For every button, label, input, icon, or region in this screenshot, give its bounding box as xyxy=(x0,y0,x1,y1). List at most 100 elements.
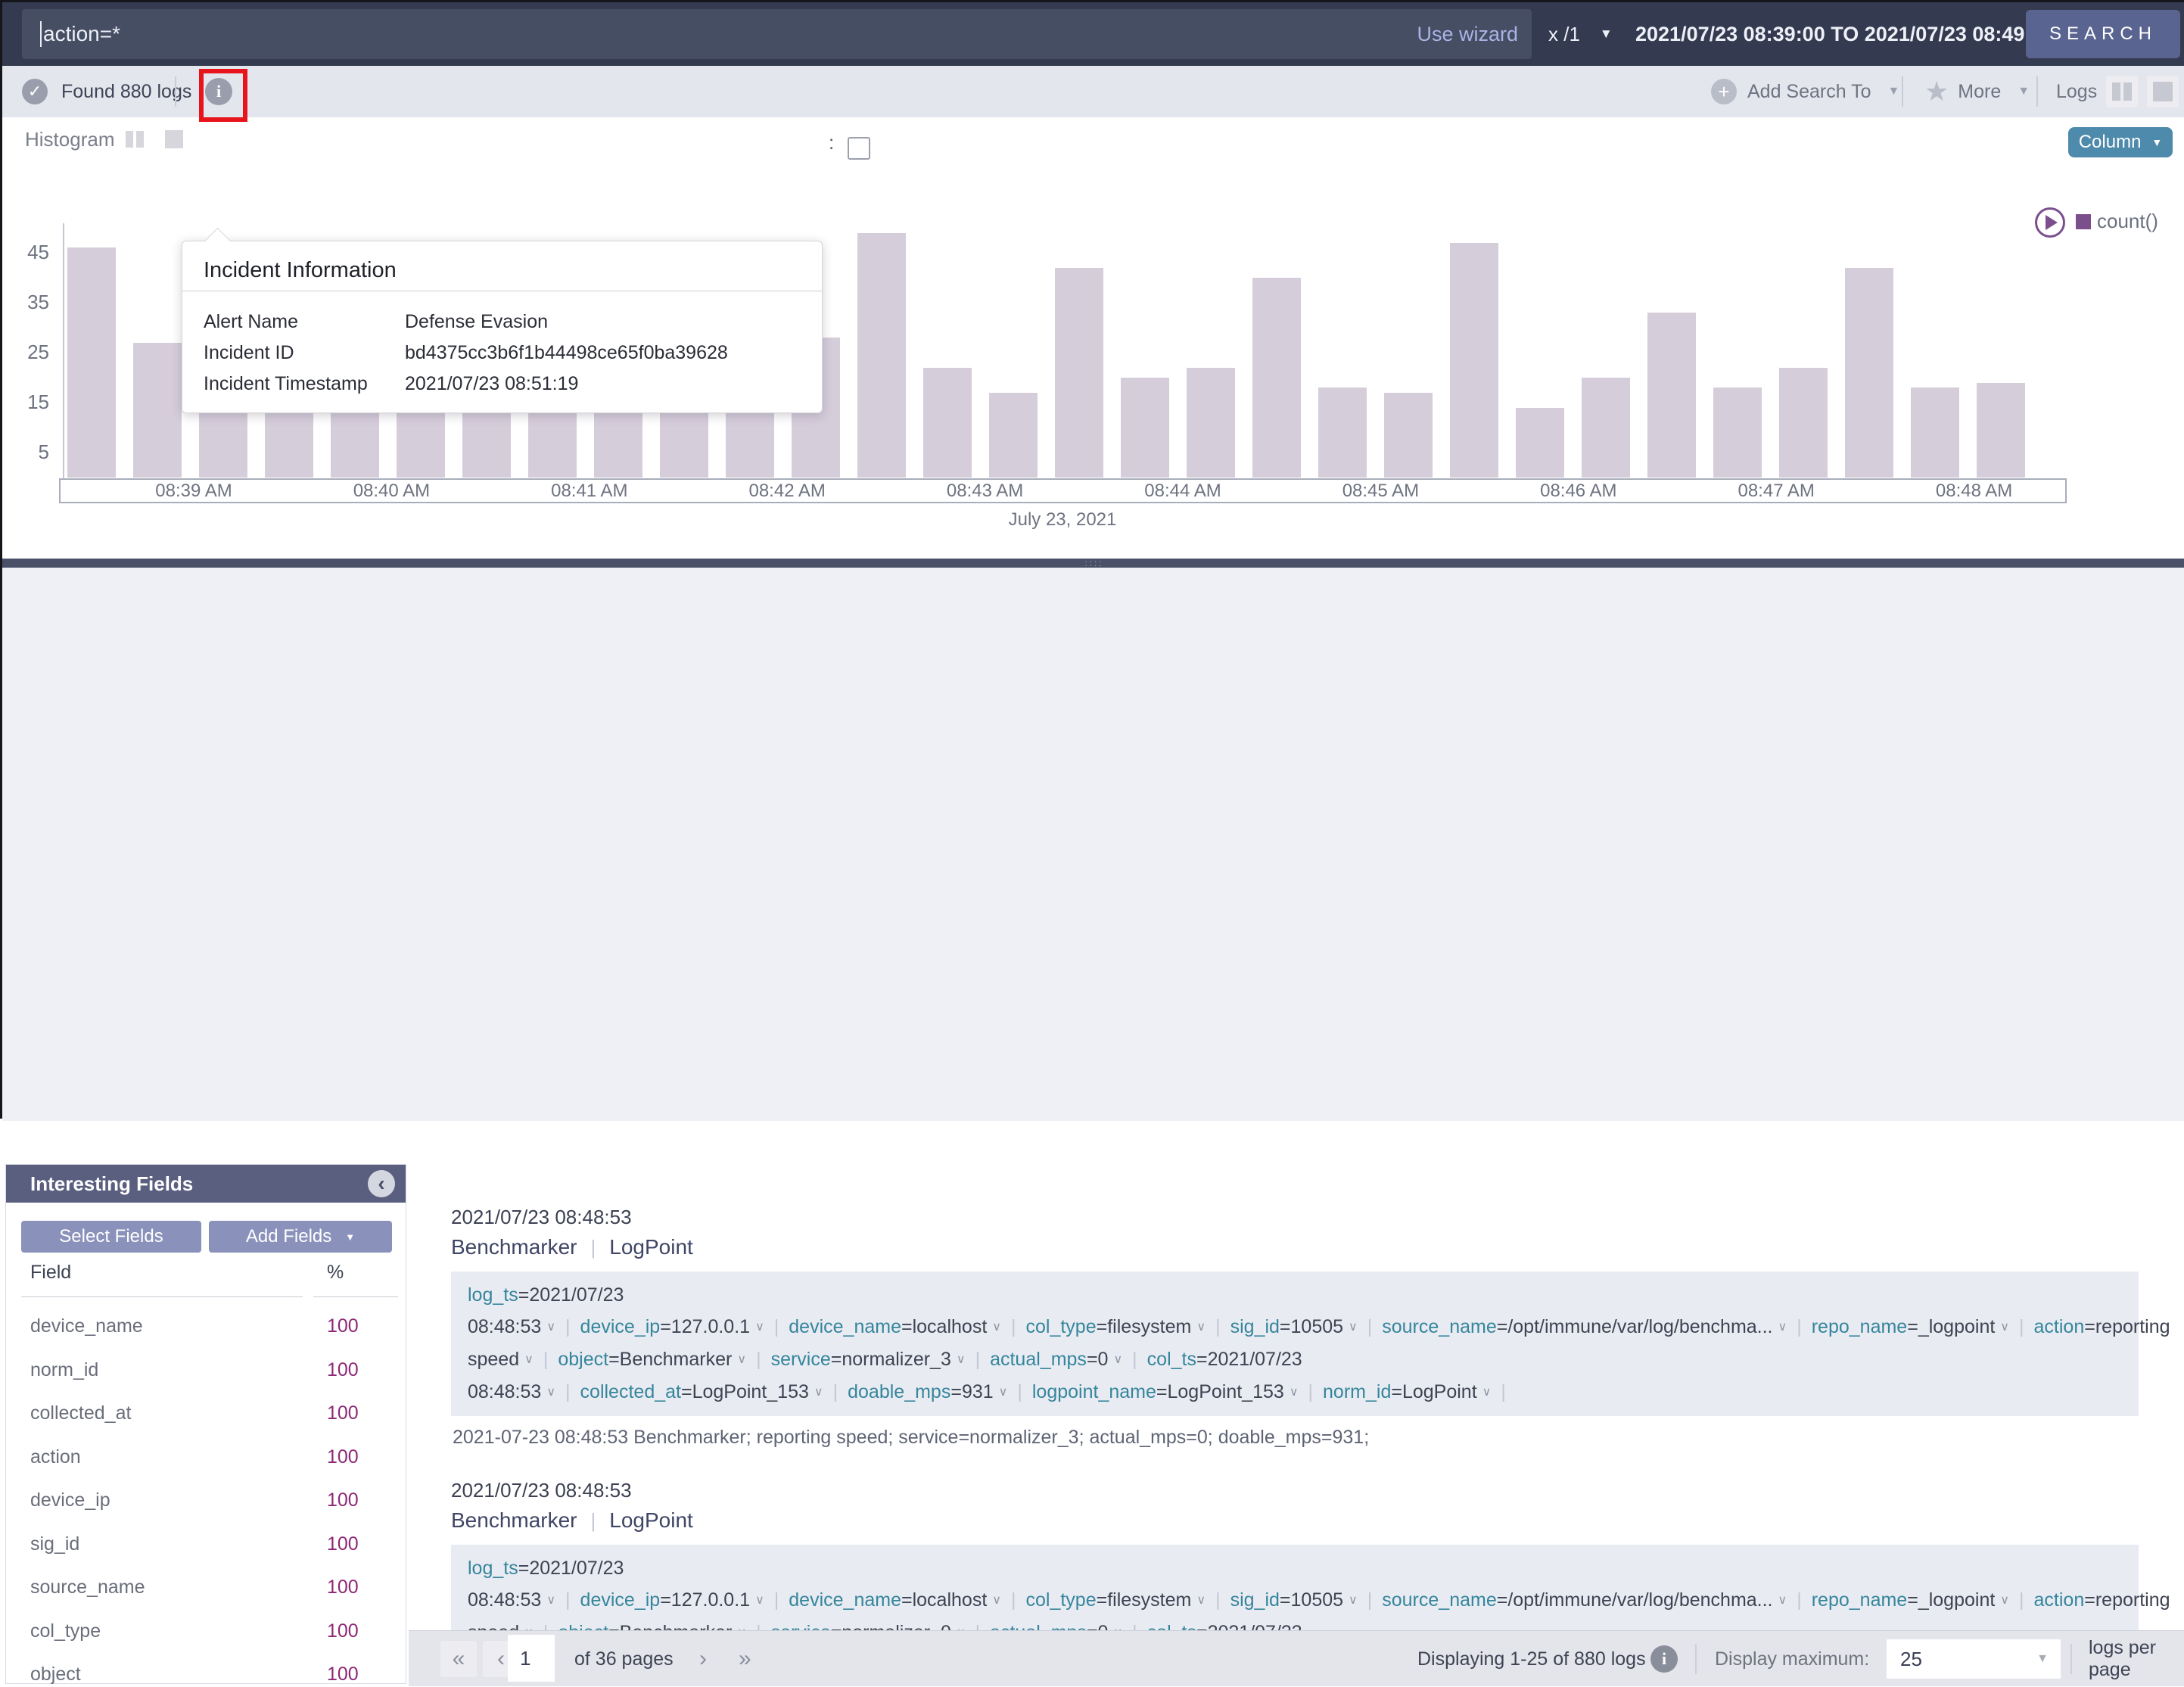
chevron-down-icon[interactable]: ∨ xyxy=(1482,1386,1492,1399)
chevron-down-icon[interactable]: ∨ xyxy=(1349,1594,1358,1607)
table-view-icon[interactable] xyxy=(2147,76,2179,107)
log-repo-link[interactable]: LogPoint xyxy=(609,1235,693,1259)
chevron-down-icon[interactable]: ∨ xyxy=(755,1321,764,1334)
histogram-bar[interactable] xyxy=(1977,383,2025,478)
chevron-down-icon[interactable]: ∨ xyxy=(814,1386,823,1399)
chevron-down-icon[interactable]: ∨ xyxy=(992,1594,1001,1607)
histogram-bar[interactable] xyxy=(1187,368,1235,478)
histogram-bar[interactable] xyxy=(1845,268,1893,478)
chevron-down-icon[interactable]: ∨ xyxy=(546,1386,555,1399)
field-chip[interactable]: doable_mps=931∨ xyxy=(848,1381,1007,1402)
field-chip[interactable]: norm_id=LogPoint∨ xyxy=(1323,1381,1491,1402)
field-name[interactable]: col_type xyxy=(30,1620,101,1642)
histogram-bar[interactable] xyxy=(857,233,906,478)
field-chip[interactable]: repo_name=_logpoint∨ xyxy=(1812,1316,2009,1337)
histogram-bar[interactable] xyxy=(1582,378,1630,478)
histogram-bar[interactable] xyxy=(133,343,182,478)
histogram-bar[interactable] xyxy=(1516,408,1564,478)
field-chip[interactable]: actual_mps=0∨ xyxy=(990,1622,1122,1630)
histogram-bar[interactable] xyxy=(1713,388,1762,478)
field-chip[interactable]: source_name=/opt/immune/var/log/benchma.… xyxy=(1382,1589,1787,1611)
field-chip[interactable]: repo_name=_logpoint∨ xyxy=(1812,1589,2009,1611)
chevron-down-icon[interactable]: ∨ xyxy=(737,1353,746,1366)
field-name[interactable]: norm_id xyxy=(30,1359,98,1381)
next-page-button[interactable]: › xyxy=(699,1641,707,1677)
field-column-header[interactable]: Field xyxy=(30,1262,71,1284)
field-name[interactable]: sig_id xyxy=(30,1533,79,1555)
chevron-down-icon[interactable]: ∨ xyxy=(999,1386,1008,1399)
field-chip[interactable]: device_name=localhost∨ xyxy=(789,1589,1001,1611)
chevron-down-icon[interactable]: ∨ xyxy=(992,1321,1001,1334)
histogram-bar[interactable] xyxy=(1450,243,1498,478)
more-button[interactable]: ★ More ▼ xyxy=(1924,66,2030,117)
field-chip[interactable]: logpoint_name=LogPoint_153∨ xyxy=(1032,1381,1299,1402)
select-fields-button[interactable]: Select Fields xyxy=(21,1221,201,1253)
histogram-bar[interactable] xyxy=(1252,278,1301,478)
chevron-down-icon[interactable]: ∨ xyxy=(1349,1321,1358,1334)
field-chip[interactable]: device_ip=127.0.0.1∨ xyxy=(580,1589,764,1611)
field-name[interactable]: object xyxy=(30,1663,81,1685)
field-name[interactable]: collected_at xyxy=(30,1402,131,1424)
field-name[interactable]: device_name xyxy=(30,1315,143,1337)
histogram-bar[interactable] xyxy=(1384,393,1433,478)
histogram-bar[interactable] xyxy=(989,393,1038,478)
field-name[interactable]: source_name xyxy=(30,1576,145,1598)
field-chip[interactable]: service=normalizer_3∨ xyxy=(771,1349,966,1370)
display-maximum-select[interactable]: 25 ▼ xyxy=(1887,1639,2061,1679)
chevron-down-icon[interactable]: ∨ xyxy=(1778,1321,1787,1334)
chevron-down-icon[interactable]: ∨ xyxy=(957,1353,966,1366)
first-page-button[interactable]: « xyxy=(440,1641,477,1677)
chevron-down-icon[interactable]: ∨ xyxy=(1290,1386,1299,1399)
last-page-button[interactable]: » xyxy=(739,1641,751,1677)
chevron-down-icon[interactable]: ∨ xyxy=(2000,1594,2009,1607)
histogram-bar[interactable] xyxy=(1055,268,1103,478)
log-repo-link[interactable]: LogPoint xyxy=(609,1508,693,1533)
field-chip[interactable]: object=Benchmarker∨ xyxy=(558,1349,746,1370)
log-source-link[interactable]: Benchmarker xyxy=(451,1508,577,1533)
collapse-panel-button[interactable]: ‹ xyxy=(368,1170,395,1197)
histogram-bar[interactable] xyxy=(1318,388,1367,478)
field-chip[interactable]: col_type=filesystem∨ xyxy=(1026,1589,1206,1611)
histogram-column-view-icon[interactable] xyxy=(120,125,149,154)
chevron-down-icon[interactable]: ∨ xyxy=(546,1594,555,1607)
chevron-down-icon[interactable]: ∨ xyxy=(1196,1321,1206,1334)
chart-type-column-button[interactable]: Column ▼ xyxy=(2068,127,2173,157)
chevron-down-icon[interactable]: ∨ xyxy=(524,1353,534,1366)
histogram-bar[interactable] xyxy=(1647,313,1696,478)
ratio-dropdown[interactable]: x /1 ▼ xyxy=(1548,2,1613,66)
field-name[interactable]: device_ip xyxy=(30,1489,110,1511)
displaying-info-icon[interactable]: i xyxy=(1650,1645,1678,1673)
play-icon[interactable] xyxy=(2035,207,2065,238)
field-chip[interactable]: sig_id=10505∨ xyxy=(1230,1316,1358,1337)
column-view-icon[interactable] xyxy=(2106,76,2138,107)
add-search-to-button[interactable]: + Add Search To ▼ xyxy=(1711,66,1899,117)
histogram-square-view-icon[interactable] xyxy=(160,125,188,154)
add-fields-button[interactable]: Add Fields ▼ xyxy=(209,1221,392,1253)
search-button[interactable]: SEARCH xyxy=(2026,10,2180,58)
search-query-input[interactable]: action=* Use wizard xyxy=(22,9,1532,59)
chevron-down-icon[interactable]: ∨ xyxy=(755,1594,764,1607)
field-chip[interactable]: col_type=filesystem∨ xyxy=(1026,1316,1206,1337)
field-chip[interactable]: device_name=localhost∨ xyxy=(789,1316,1001,1337)
page-number-input[interactable] xyxy=(508,1635,555,1682)
chevron-down-icon[interactable]: ∨ xyxy=(2000,1321,2009,1334)
field-chip[interactable]: object=Benchmarker∨ xyxy=(558,1622,746,1630)
timerange-dropdown[interactable]: 2021/07/23 08:39:00 TO 2021/07/23 08:49:… xyxy=(1635,2,2086,66)
field-name[interactable]: action xyxy=(30,1446,81,1468)
chevron-down-icon[interactable]: ∨ xyxy=(546,1321,555,1334)
field-chip[interactable]: sig_id=10505∨ xyxy=(1230,1589,1358,1611)
field-chip[interactable]: actual_mps=0∨ xyxy=(990,1349,1122,1370)
chevron-down-icon[interactable]: ∨ xyxy=(1196,1594,1206,1607)
use-wizard-link[interactable]: Use wizard xyxy=(1417,9,1518,59)
chevron-down-icon[interactable]: ∨ xyxy=(1113,1353,1122,1366)
pct-column-header[interactable]: % xyxy=(327,1262,344,1284)
field-chip[interactable]: source_name=/opt/immune/var/log/benchma.… xyxy=(1382,1316,1787,1337)
field-chip[interactable]: service=normalizer_0∨ xyxy=(771,1622,966,1630)
histogram-bar[interactable] xyxy=(923,368,972,478)
field-chip[interactable]: collected_at=LogPoint_153∨ xyxy=(580,1381,823,1402)
histogram-bar[interactable] xyxy=(1779,368,1828,478)
histogram-bar[interactable] xyxy=(67,247,116,478)
hide-histogram-checkbox[interactable] xyxy=(848,137,870,160)
histogram-bar[interactable] xyxy=(1911,388,1959,478)
chevron-down-icon[interactable]: ∨ xyxy=(1778,1594,1787,1607)
